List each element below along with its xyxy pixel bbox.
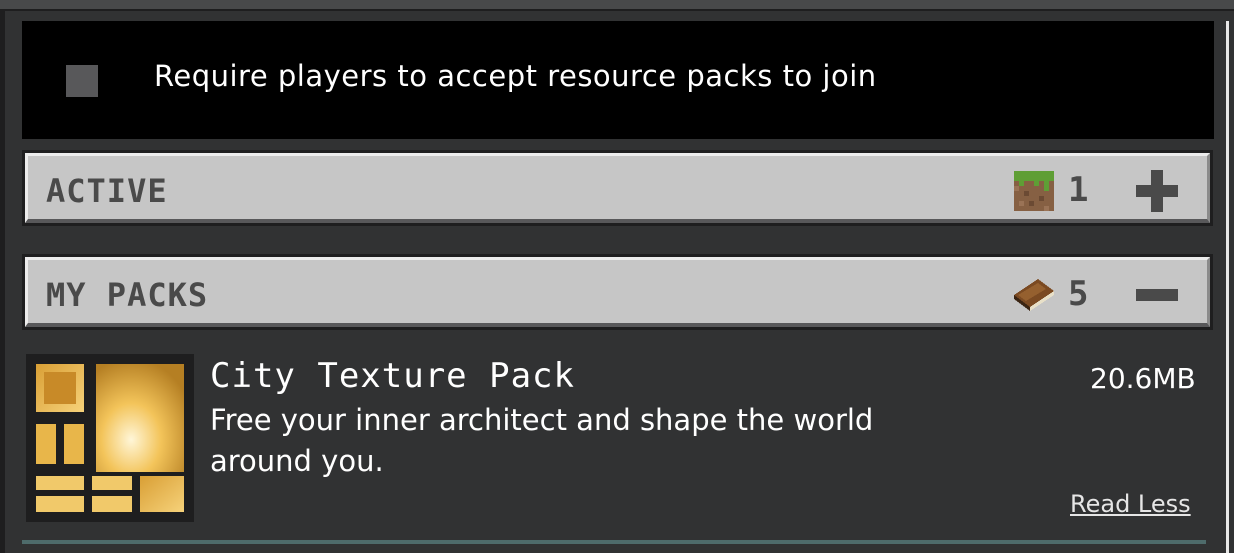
- my-packs-section-bar: MY PACKS 5: [25, 257, 1210, 327]
- require-accept-row: Require players to accept resource packs…: [22, 21, 1214, 139]
- pack-list-item[interactable]: City Texture Pack 20.6MB Free your inner…: [22, 348, 1212, 530]
- active-pack-count: 1: [1068, 170, 1089, 210]
- grass-block-icon: [1014, 171, 1054, 211]
- require-accept-checkbox[interactable]: [66, 65, 98, 97]
- active-section-title: ACTIVE: [46, 172, 168, 210]
- plus-icon[interactable]: [1136, 170, 1178, 212]
- my-packs-section-header[interactable]: MY PACKS 5: [22, 254, 1213, 330]
- active-section-header[interactable]: ACTIVE 1: [22, 150, 1213, 226]
- require-accept-label: Require players to accept resource packs…: [154, 59, 877, 93]
- pack-size: 20.6MB: [1090, 362, 1196, 395]
- minus-icon[interactable]: [1136, 274, 1178, 316]
- pack-title: City Texture Pack: [210, 356, 575, 396]
- top-bar: [0, 0, 1234, 11]
- read-less-link[interactable]: Read Less: [1070, 490, 1191, 518]
- book-icon: [1014, 279, 1054, 311]
- my-packs-section-title: MY PACKS: [46, 276, 209, 314]
- active-section-bar: ACTIVE 1: [25, 153, 1210, 223]
- list-divider: [22, 540, 1206, 544]
- pack-description: Free your inner architect and shape the …: [210, 403, 874, 478]
- my-packs-count: 5: [1068, 274, 1089, 314]
- city-texture-pack-thumbnail: [26, 354, 194, 522]
- scrollbar-rail[interactable]: [1226, 21, 1229, 553]
- city-texture-pack-icon: [26, 354, 194, 522]
- frame-edge-left: [0, 11, 5, 553]
- scrollbar-track[interactable]: [1216, 11, 1234, 553]
